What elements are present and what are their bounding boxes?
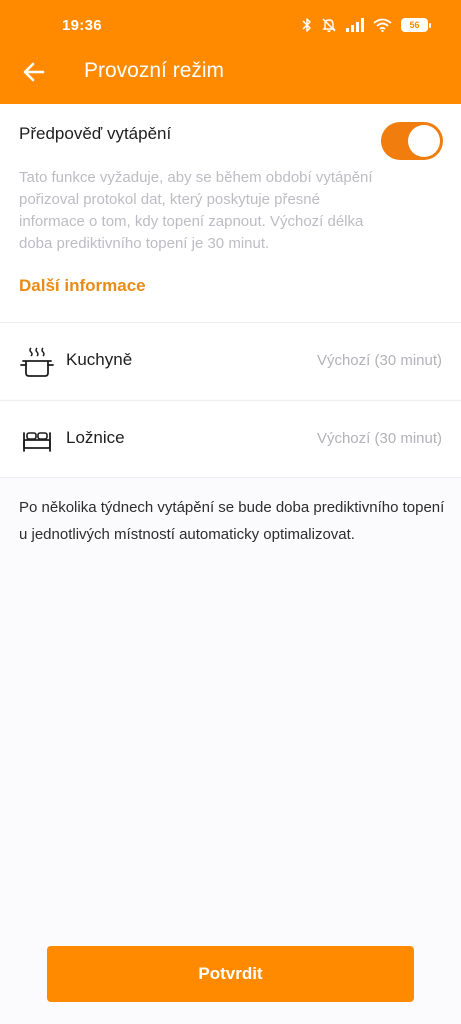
battery-tip: [429, 22, 431, 28]
signal-icon: [346, 18, 364, 32]
arrow-left-icon: [23, 62, 45, 82]
toggle-knob: [408, 125, 440, 157]
status-icons: 56: [302, 15, 431, 35]
battery-icon: 56: [401, 18, 431, 32]
bed-icon: [23, 432, 51, 452]
predictive-heating-toggle[interactable]: [381, 122, 443, 160]
divider: [0, 477, 461, 478]
room-name: Kuchyně: [66, 350, 133, 369]
status-time: 19:36: [62, 17, 102, 34]
status-bar: 19:36 56: [0, 0, 461, 50]
predictive-heating-description: Tato funkce vyžaduje, aby se během obdob…: [19, 169, 373, 252]
room-name: Ložnice: [66, 428, 125, 447]
back-button[interactable]: [16, 57, 52, 87]
mute-icon: [322, 18, 336, 32]
wifi-icon: [373, 18, 392, 32]
room-row-kitchen[interactable]: Kuchyně Výchozí (30 minut): [0, 323, 461, 399]
predictive-heating-label: Předpověď vytápění: [19, 124, 172, 143]
confirm-button[interactable]: Potvrdit: [47, 946, 414, 1002]
room-value: Výchozí (30 minut): [316, 352, 442, 369]
room-value: Výchozí (30 minut): [316, 430, 442, 447]
optimization-note: Po několika týdnech vytápění se bude dob…: [19, 499, 445, 543]
room-row-bedroom[interactable]: Ložnice Výchozí (30 minut): [0, 401, 461, 477]
page-title: Provozní režim: [84, 59, 225, 82]
battery-level: 56: [401, 18, 428, 32]
more-info-link[interactable]: Další informace: [19, 276, 146, 296]
bluetooth-icon: [302, 18, 311, 32]
cooking-pot-icon: [20, 347, 54, 377]
app-header: 19:36 56 Provozní režim: [0, 0, 461, 104]
